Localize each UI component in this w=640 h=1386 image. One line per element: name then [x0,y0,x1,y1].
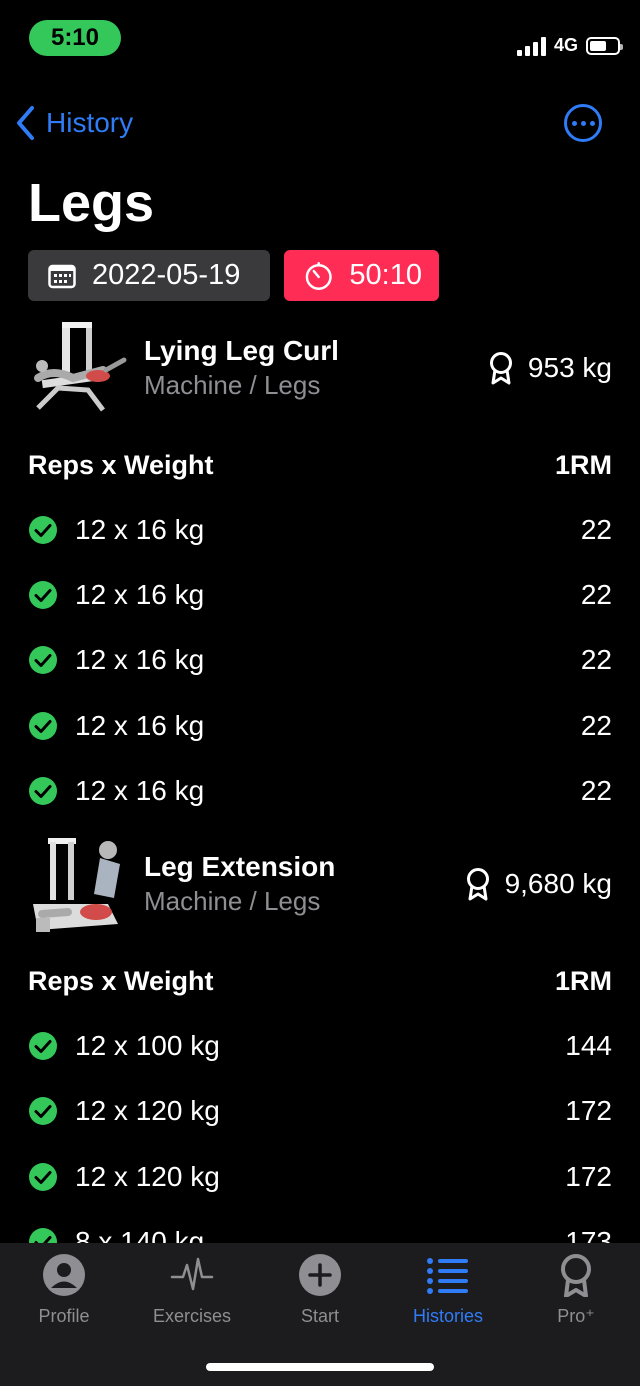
set-reps-weight: 12 x 100 kg [75,1030,220,1061]
set-reps-weight: 12 x 120 kg [75,1095,220,1126]
exercise-category: Machine / Legs [144,370,321,400]
set-reps-weight: 12 x 16 kg [75,514,205,545]
tab-start[interactable]: Start [256,1253,384,1327]
tab-label: Exercises [152,1306,232,1326]
pr-value: 9,680 kg [504,868,612,899]
exercise-header[interactable]: Lying Leg Curl Machine / Legs 953 kg [28,318,612,418]
exercise-category: Machine / Legs [144,886,321,916]
check-circle-icon [29,712,57,740]
one-rm-heading: 1RM [554,966,612,996]
duration-chip[interactable]: 50:10 [284,250,439,301]
tab-pro[interactable]: Pro⁺ [512,1253,640,1327]
set-one-rm: 172 [565,1161,612,1192]
tab-label: Profile [38,1306,90,1326]
list-icon [427,1258,468,1294]
status-indicators: 4G [516,35,623,56]
calendar-icon [48,264,76,288]
tab-histories[interactable]: Histories [384,1253,512,1327]
set-reps-weight: 12 x 120 kg [75,1161,220,1192]
set-one-rm: 22 [580,514,612,545]
set-row[interactable]: 12 x 16 kg 22 [28,706,612,746]
pulse-icon [170,1257,214,1291]
ellipsis-icon [571,120,577,126]
set-row[interactable]: 12 x 16 kg 22 [28,510,612,550]
set-row[interactable]: 12 x 16 kg 22 [28,575,612,615]
tab-label: Start [300,1306,339,1326]
tab-label: Pro⁺ [557,1306,595,1326]
home-indicator [206,1363,434,1371]
leg-extension-illustration [33,838,120,932]
page-title: Legs [28,173,155,233]
set-row[interactable]: 12 x 100 kg 144 [28,1026,612,1066]
ribbon-icon [466,868,489,901]
exercise-name: Leg Extension [144,851,336,882]
check-circle-icon [29,1163,57,1191]
status-time: 5:10 [29,20,121,56]
set-one-rm: 172 [565,1095,612,1126]
exercise-name: Lying Leg Curl [144,335,339,366]
chevron-left-icon [17,106,34,140]
exercise-header[interactable]: Leg Extension Machine / Legs 9,680 kg [28,834,612,934]
date-value: 2022-05-19 [92,259,241,291]
tab-exercises[interactable]: Exercises [128,1253,256,1327]
set-one-rm: 22 [580,579,612,610]
back-button[interactable]: History [14,104,133,142]
check-circle-icon [29,581,57,609]
sets-header: Reps x Weight 1RM [28,966,612,997]
reps-weight-heading: Reps x Weight [28,450,214,480]
sets-header: Reps x Weight 1RM [28,450,612,481]
set-reps-weight: 12 x 16 kg [75,710,205,741]
date-chip[interactable]: 2022-05-19 [28,250,270,301]
set-reps-weight: 12 x 16 kg [75,644,205,675]
set-reps-weight: 12 x 16 kg [75,579,205,610]
network-type: 4G [553,35,578,55]
check-circle-icon [29,516,57,544]
duration-value: 50:10 [349,259,422,291]
set-row[interactable]: 12 x 120 kg 172 [28,1157,612,1197]
tab-profile[interactable]: Profile [0,1253,128,1327]
personal-record: 9,680 kg [465,867,612,901]
set-one-rm: 22 [580,775,612,806]
set-row[interactable]: 12 x 120 kg 172 [28,1091,612,1131]
check-circle-icon [29,1097,57,1125]
plus-circle-icon [299,1254,341,1296]
set-one-rm: 144 [565,1030,612,1061]
lying-leg-curl-illustration [34,322,127,412]
person-icon [43,1254,85,1296]
set-one-rm: 22 [580,710,612,741]
check-circle-icon [29,1032,57,1060]
tab-label: Histories [412,1306,483,1326]
set-one-rm: 22 [580,644,612,675]
one-rm-heading: 1RM [554,450,612,480]
reps-weight-heading: Reps x Weight [28,966,214,996]
pr-value: 953 kg [527,352,612,383]
battery-icon [586,36,623,55]
personal-record: 953 kg [488,351,612,385]
set-row[interactable]: 12 x 16 kg 22 [28,640,612,680]
check-circle-icon [29,777,57,805]
check-circle-icon [29,646,57,674]
set-reps-weight: 12 x 16 kg [75,775,205,806]
timer-icon [305,261,332,290]
ribbon-icon [489,352,512,385]
signal-icon [516,36,546,56]
back-label: History [46,107,134,138]
ribbon-icon [561,1254,591,1297]
set-row[interactable]: 12 x 16 kg 22 [28,771,612,811]
more-options-button[interactable] [564,104,602,142]
